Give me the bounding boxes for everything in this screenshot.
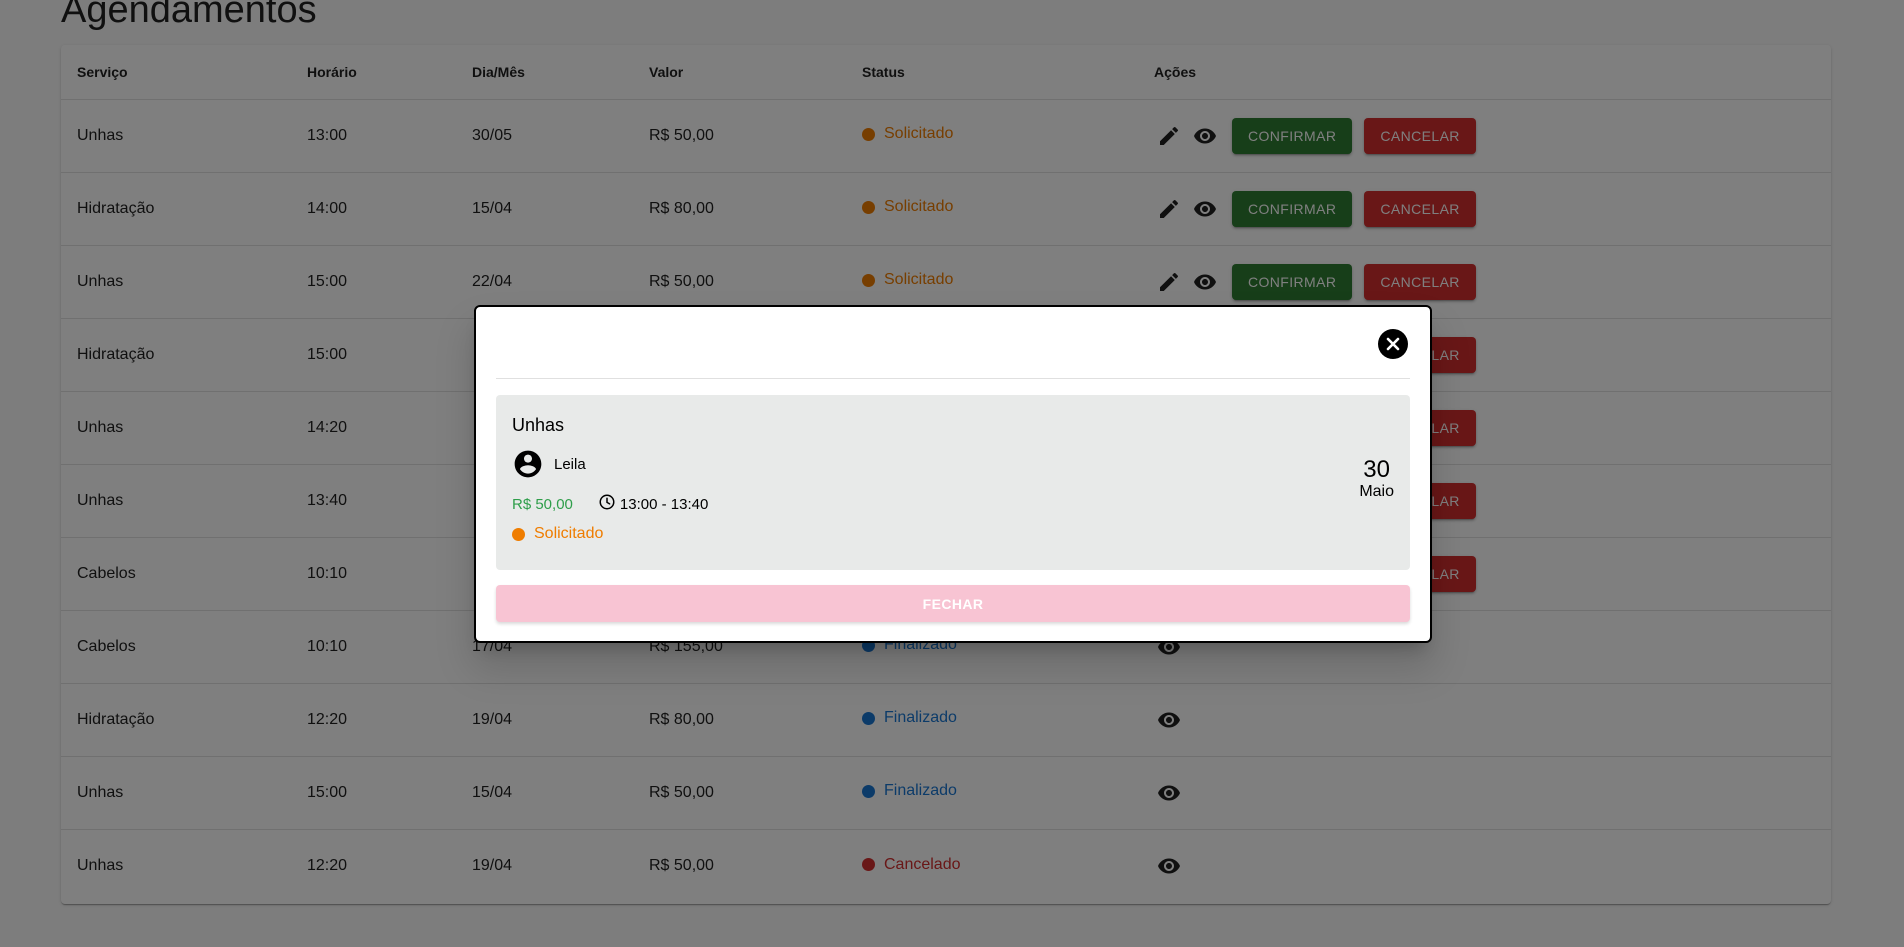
detail-price: R$ 50,00 xyxy=(512,495,573,513)
appointment-details-modal: Unhas Leila R$ 50,00 13:00 - 13:40 Solic… xyxy=(474,305,1432,643)
time-range: 13:00 - 13:40 xyxy=(619,495,709,513)
client-name: Leila xyxy=(554,455,586,473)
detail-date: 30 Maio xyxy=(1359,456,1394,501)
close-button[interactable]: FECHAR xyxy=(496,585,1410,622)
close-icon[interactable] xyxy=(1378,329,1408,359)
account-circle-icon xyxy=(512,448,544,480)
status-dot xyxy=(512,527,525,541)
modal-divider xyxy=(496,378,1410,379)
detail-client: Leila xyxy=(512,448,586,480)
appointment-detail-card: Unhas Leila R$ 50,00 13:00 - 13:40 Solic… xyxy=(496,395,1410,570)
detail-time: 13:00 - 13:40 xyxy=(598,493,708,515)
detail-status: Solicitado xyxy=(512,525,603,543)
detail-price-time-row: R$ 50,00 13:00 - 13:40 xyxy=(512,493,708,515)
detail-status-label: Solicitado xyxy=(534,525,604,542)
detail-service: Unhas xyxy=(512,415,565,435)
detail-day: 30 xyxy=(1363,456,1390,483)
detail-month: Maio xyxy=(1359,483,1394,501)
clock-icon xyxy=(598,493,616,515)
